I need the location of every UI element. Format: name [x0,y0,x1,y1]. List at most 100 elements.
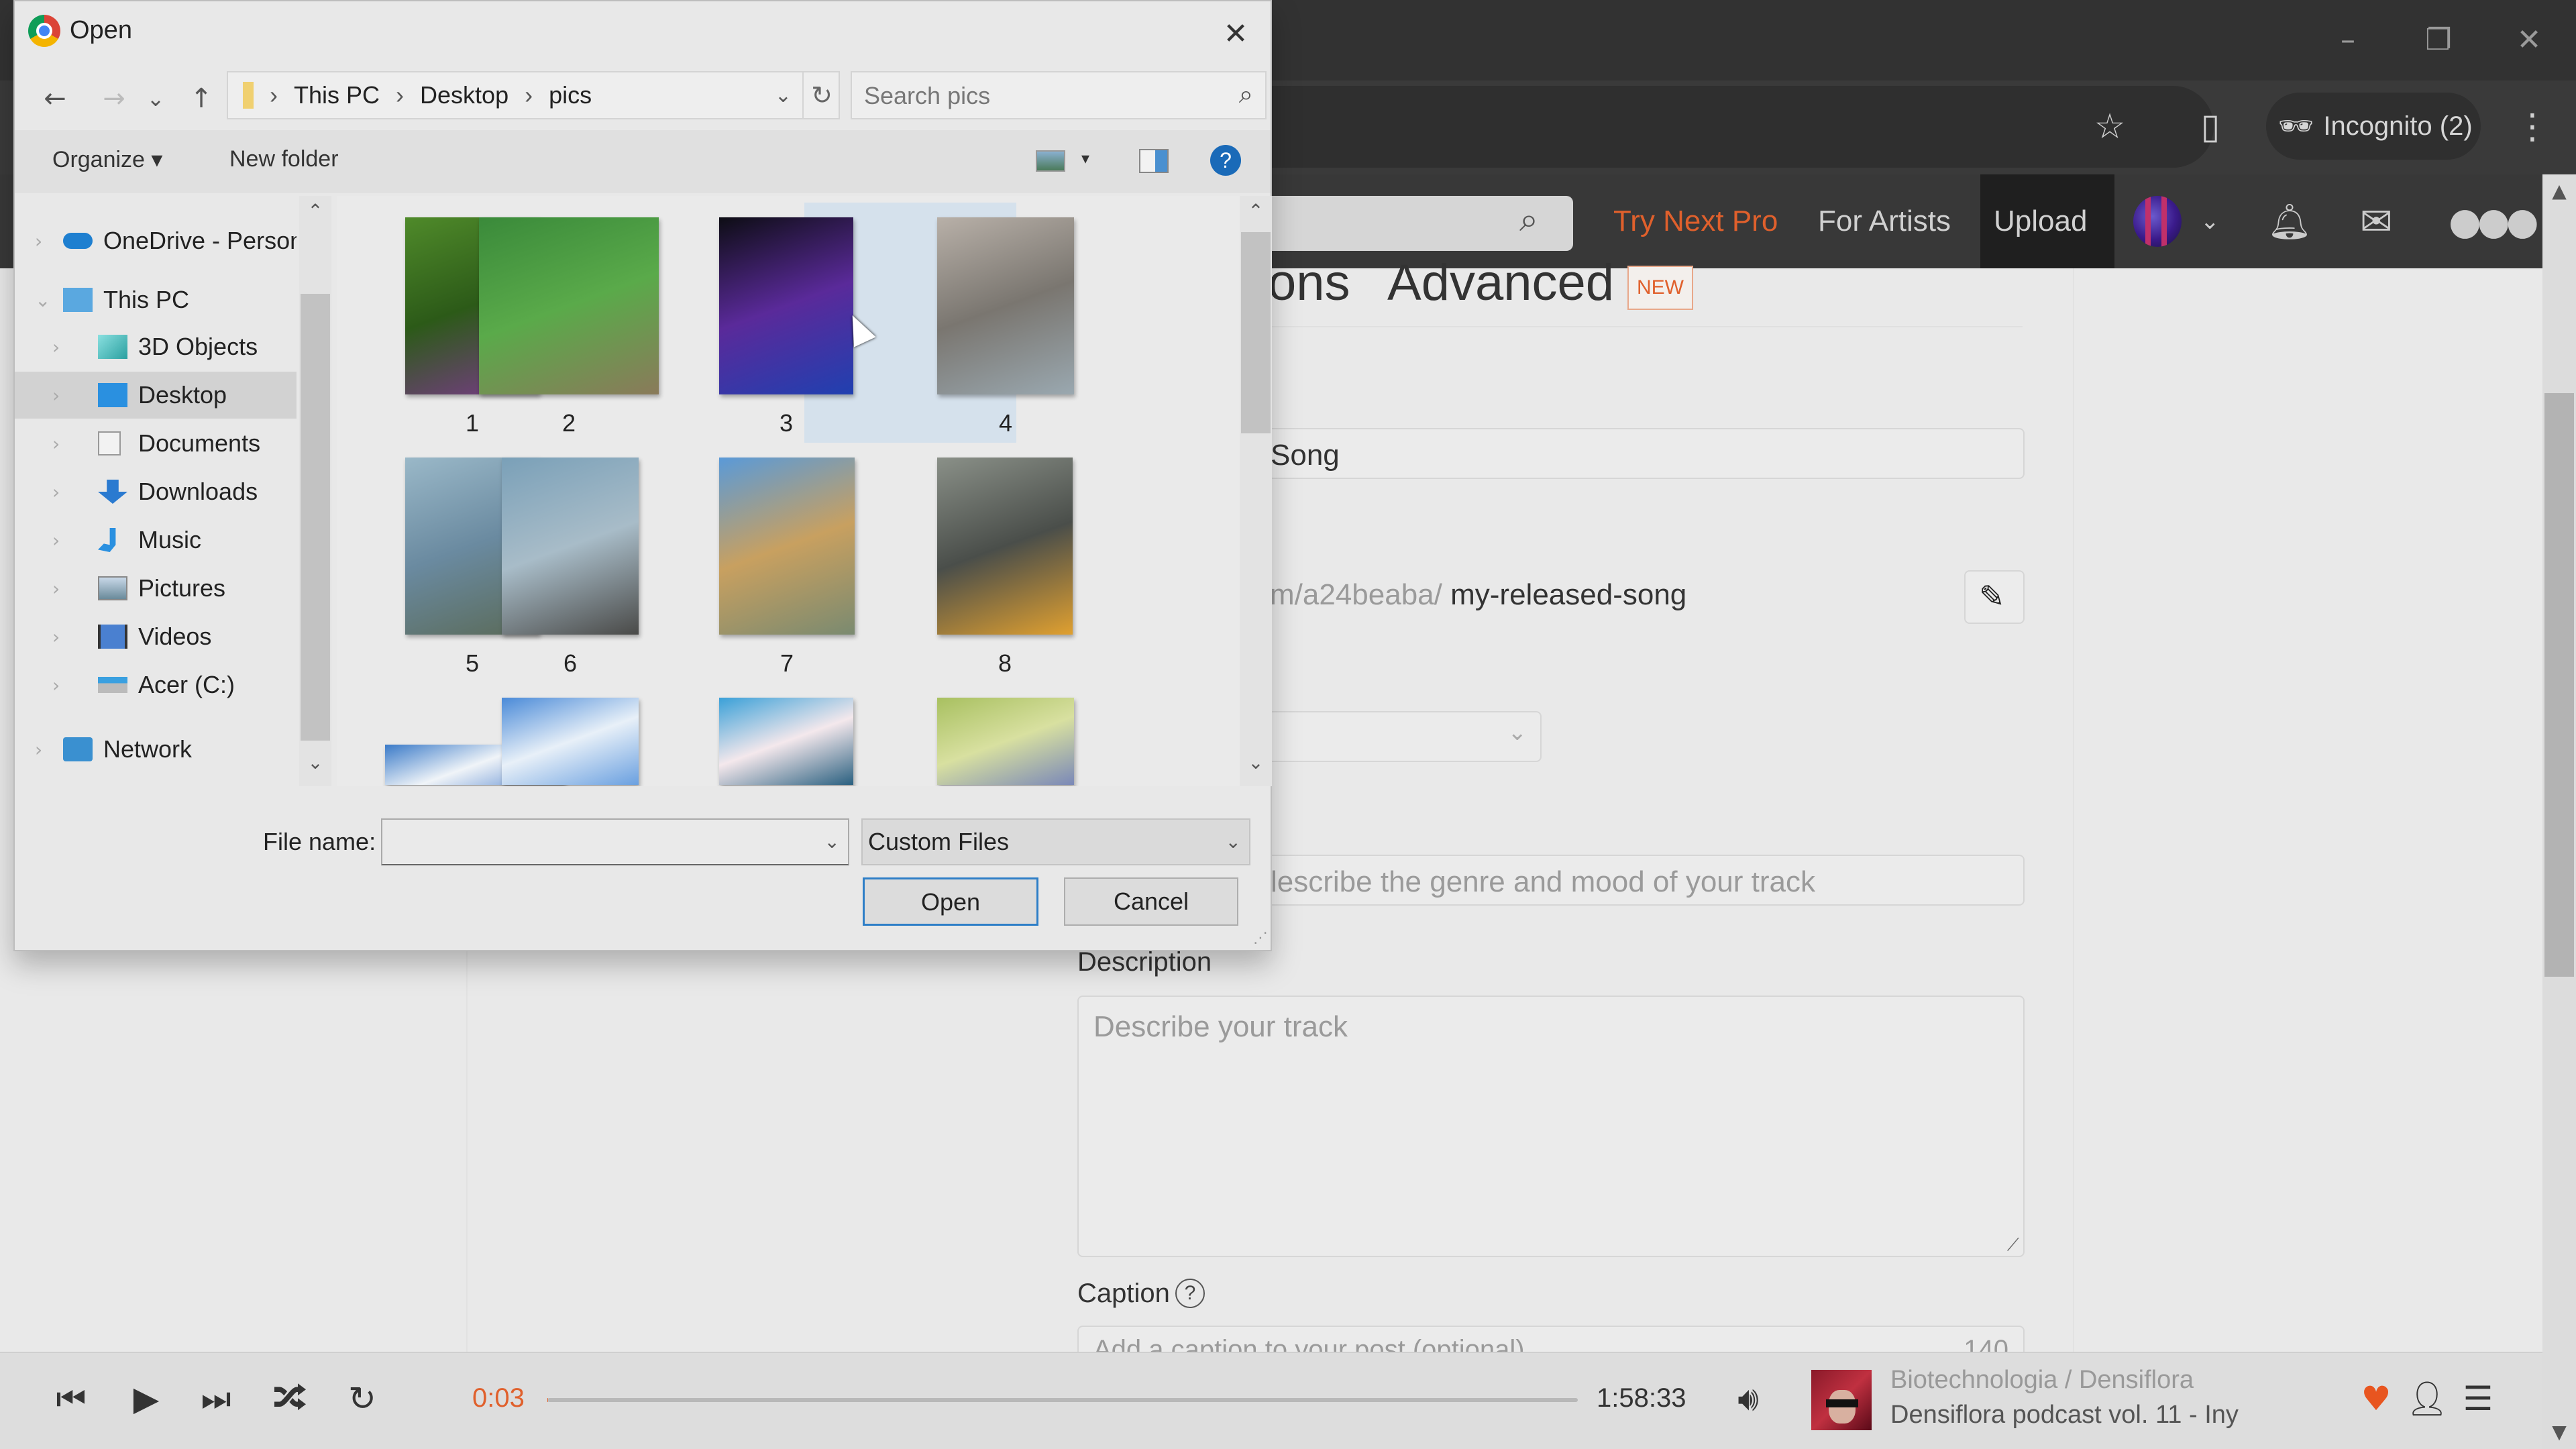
dialog-close-button[interactable]: ✕ [1209,11,1263,58]
tree-item-videos[interactable]: › Videos [15,613,297,660]
caption-help-icon[interactable]: ? [1175,1279,1205,1308]
track-title[interactable]: Densiflora podcast vol. 11 - Iny [1890,1401,2239,1430]
scroll-down-arrow[interactable]: ▼ [2546,1421,2573,1443]
more-horiz-icon[interactable]: ●●● [2449,200,2539,244]
file-name-label[interactable]: 8 [951,649,1059,678]
file-thumbnail[interactable] [479,217,659,394]
filename-input[interactable] [388,825,804,859]
restore-button[interactable]: ❐ [2405,13,2472,67]
chevron-right-icon[interactable]: › [52,578,60,600]
previous-track-icon[interactable]: ⏮ [44,1372,98,1426]
new-folder-button[interactable]: New folder [229,146,339,172]
site-search-input[interactable]: ⌕ [1271,196,1573,251]
file-thumbnail[interactable] [719,698,853,785]
shuffle-icon[interactable]: 🔀︎ [263,1372,317,1426]
tree-item-this-pc[interactable]: ⌄ This PC [15,276,297,323]
tab-permissions[interactable]: ons [1268,254,1350,312]
file-thumbnail[interactable] [937,698,1074,785]
file-name-label[interactable]: 1 [419,409,526,437]
tree-item-downloads[interactable]: › Downloads [15,468,297,515]
chevron-right-icon[interactable]: › [52,384,60,407]
tree-item-network[interactable]: › Network [15,726,297,773]
tree-item-onedrive-person[interactable]: › OneDrive - Person [15,217,297,264]
file-thumbnail[interactable] [502,698,639,785]
title-field[interactable]: Song [1261,428,2025,479]
search-input[interactable] [864,79,1213,113]
chevron-right-icon[interactable]: › [52,529,60,551]
follow-user-icon[interactable]: 👤︎ [2400,1372,2454,1426]
chevron-right-icon[interactable]: › [52,433,60,455]
change-view-icon[interactable] [1036,150,1065,172]
preview-pane-icon[interactable] [1139,149,1169,173]
file-list-scrollbar-thumb[interactable] [1241,232,1271,433]
repeat-icon[interactable]: ↻ [335,1372,389,1426]
up-button[interactable]: ↑ [181,75,221,122]
breadcrumb[interactable]: › This PC › Desktop › pics ⌄ [227,71,840,119]
star-icon[interactable]: ☆ [2080,97,2140,157]
breadcrumb-pics[interactable]: pics [549,81,592,109]
chevron-right-icon[interactable]: › [52,336,60,358]
file-thumbnail[interactable] [937,217,1074,394]
chevron-down-icon[interactable]: ⌄ [824,820,840,864]
nav-for-artists[interactable]: For Artists [1805,174,1964,268]
chevron-right-icon[interactable]: › [52,481,60,503]
tree-item-desktop[interactable]: › Desktop [15,372,297,419]
nav-upload[interactable]: Upload [1980,174,2114,268]
address-dropdown-icon[interactable]: ⌄ [775,84,792,107]
address-bar[interactable] [1261,86,2214,168]
file-thumbnail[interactable] [719,458,855,635]
back-button[interactable]: ← [35,75,75,122]
page-scrollbar-thumb[interactable] [2544,393,2574,977]
volume-icon[interactable]: 🔊︎ [1721,1372,1775,1426]
nav-try-next-pro[interactable]: Try Next Pro [1600,174,1791,268]
bell-icon[interactable]: 🔔︎ [2267,201,2312,242]
resize-handle-icon[interactable]: ⟋ [2007,1235,2019,1256]
file-thumbnail[interactable] [502,458,639,635]
file-thumbnail[interactable] [937,458,1073,635]
chevron-right-icon[interactable]: › [52,626,60,648]
mail-icon[interactable]: ✉ [2360,199,2393,244]
more-vert-icon[interactable]: ⋮ [2502,97,2563,157]
refresh-button[interactable]: ↻ [802,71,840,119]
chevron-right-icon[interactable]: › [35,739,42,761]
scroll-up-arrow[interactable]: ⌃ [1240,200,1272,222]
tab-advanced[interactable]: Advanced [1387,254,1614,312]
window-close-button[interactable]: ✕ [2496,13,2563,67]
avatar[interactable] [2133,196,2182,247]
queue-icon[interactable]: ☰ [2451,1372,2505,1426]
scroll-down-arrow[interactable]: ⌄ [299,751,331,773]
genre-select[interactable]: ⌄ [1261,711,1542,762]
recent-locations-button[interactable]: ⌄ [142,75,169,122]
chevron-down-icon[interactable]: ⌄ [35,289,50,311]
chevron-right-icon[interactable]: › [52,674,60,696]
tree-item-3d-objects[interactable]: › 3D Objects [15,323,297,370]
file-name-label[interactable]: 5 [419,649,526,678]
tree-item-music[interactable]: › Music [15,517,297,564]
tree-item-pictures[interactable]: › Pictures [15,565,297,612]
cancel-button[interactable]: Cancel [1064,877,1238,926]
description-textarea[interactable]: Describe your track ⟋ [1077,996,2025,1257]
file-type-select[interactable]: Custom Files ⌄ [861,818,1250,865]
forward-button[interactable]: → [94,75,134,122]
view-dropdown-icon[interactable]: ▾ [1081,149,1089,168]
search-icon[interactable]: ⌕ [1239,79,1253,109]
file-name-label[interactable]: 3 [733,409,840,437]
tree-item-documents[interactable]: › Documents [15,420,297,467]
file-name-label[interactable]: 7 [733,649,841,678]
search-box[interactable]: ⌕ [851,71,1267,119]
like-heart-icon[interactable]: ♥ [2349,1372,2403,1426]
progress-bar[interactable] [547,1398,1578,1402]
search-icon[interactable]: ⌕ [1519,200,1538,239]
tags-field[interactable]: lescribe the genre and mood of your trac… [1261,855,2025,906]
resize-grip-icon[interactable]: ⋰ [1253,930,1268,947]
breadcrumb-desktop[interactable]: Desktop [420,81,508,109]
scroll-up-arrow[interactable]: ▲ [2546,180,2573,202]
filename-combobox[interactable]: ⌄ [381,818,849,865]
breadcrumb-this-pc[interactable]: This PC [294,81,380,109]
file-name-label[interactable]: 4 [952,409,1059,437]
file-name-label[interactable]: 2 [515,409,623,437]
edit-permalink-button[interactable]: ✎ [1964,570,2025,624]
nav-pane-scrollbar-thumb[interactable] [301,294,330,741]
scroll-down-arrow[interactable]: ⌄ [1240,751,1272,773]
file-name-label[interactable]: 6 [517,649,624,678]
